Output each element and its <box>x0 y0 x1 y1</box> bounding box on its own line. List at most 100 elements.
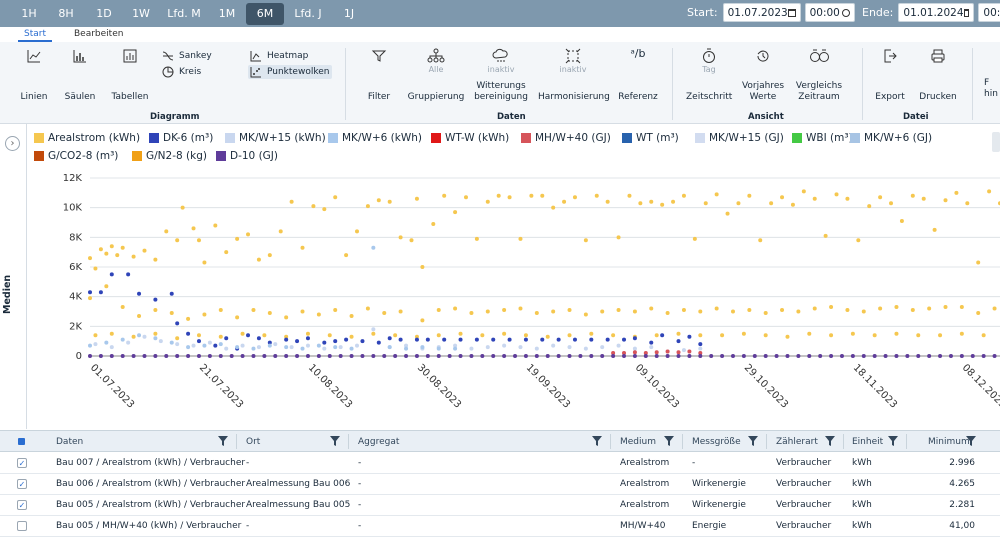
calendar-icon[interactable] <box>963 8 970 17</box>
range-button-6m[interactable]: 6M <box>246 2 284 25</box>
sankey-button[interactable]: Sankey <box>162 50 222 62</box>
drucken-button[interactable]: Drucken <box>918 48 958 103</box>
header-ort[interactable]: Ort <box>246 437 260 447</box>
data-point <box>698 333 703 338</box>
legend-item[interactable]: DK-6 (m³) <box>149 132 213 144</box>
range-button-8h[interactable]: 8H <box>48 3 84 25</box>
header-minimum[interactable]: Minimum <box>928 437 970 447</box>
data-point <box>436 333 441 338</box>
saeulen-button[interactable]: Säulen <box>64 48 96 103</box>
data-point <box>829 305 834 310</box>
legend-item[interactable]: MK/W+6 (kWh) <box>328 132 422 144</box>
range-button-1h[interactable]: 1H <box>12 3 46 25</box>
harmonisierung-button[interactable]: inaktiv Harmonisierung <box>538 48 610 103</box>
filter-button[interactable]: Filter <box>365 48 393 103</box>
expand-chevron-icon[interactable]: › <box>5 136 20 151</box>
row-checkbox[interactable]: ✓ <box>17 458 27 468</box>
heatmap-button[interactable]: Heatmap <box>248 50 330 62</box>
witterung-button[interactable]: inaktiv Witterungs bereinigung <box>474 48 528 103</box>
header-messgroesse[interactable]: Messgröße <box>692 437 741 447</box>
cell-minimum: 41,00 <box>949 521 975 531</box>
data-point <box>284 354 289 358</box>
export-button[interactable]: Export <box>874 48 906 103</box>
legend-item[interactable]: MK/W+15 (GJ) <box>695 132 784 144</box>
table-row[interactable]: ✓ Bau 007 / Arealstrom (kWh) / Verbrauche… <box>0 453 1000 474</box>
legend-item[interactable]: Arealstrom (kWh) <box>34 132 140 144</box>
data-point <box>551 205 556 210</box>
linien-button[interactable]: Linien <box>20 48 48 103</box>
zeitschritt-button[interactable]: Tag Zeitschritt <box>686 48 732 103</box>
tab-bearbeiten[interactable]: Bearbeiten <box>74 29 123 39</box>
table-row[interactable]: Bau 005 / MH/W+40 (kWh) / Verbraucher - - M… <box>0 516 1000 537</box>
tab-start[interactable]: Start <box>18 29 52 42</box>
data-point <box>469 310 474 315</box>
vergleich-button[interactable]: Vergleichs Zeitraum <box>794 48 844 103</box>
range-button-1w[interactable]: 1W <box>124 3 158 25</box>
data-point <box>600 354 605 358</box>
punktewolken-button[interactable]: Punktewolken <box>248 65 332 79</box>
legend-item[interactable]: MH/W+40 (GJ) <box>521 132 611 144</box>
table-row[interactable]: ✓ Bau 006 / Arealstrom (kWh) / Verbrauche… <box>0 474 1000 495</box>
legend-item[interactable]: G/N2-8 (kg) <box>132 150 207 162</box>
data-point <box>98 354 103 358</box>
referenz-button[interactable]: ᵃ/b Referenz <box>618 48 658 103</box>
x-tick-label: 30.08.2023 <box>415 362 463 410</box>
data-point <box>284 315 289 320</box>
data-point <box>344 253 349 258</box>
cell-einheit: kWh <box>852 521 872 531</box>
legend-swatch <box>34 133 44 143</box>
range-button-1m[interactable]: 1M <box>210 3 244 25</box>
header-aggregat[interactable]: Aggregat <box>358 437 399 447</box>
legend-item[interactable]: MK/W+6 (GJ) <box>850 132 932 144</box>
legend-item[interactable]: WT (m³) <box>622 132 679 144</box>
row-checkbox[interactable]: ✓ <box>17 500 27 510</box>
vorjahr-button[interactable]: Vorjahres Werte <box>739 48 787 103</box>
ribbon-extra-button[interactable]: F hin <box>984 78 1000 100</box>
data-point <box>839 354 844 358</box>
data-point <box>681 348 686 353</box>
data-point <box>284 345 289 350</box>
select-all-checkbox[interactable] <box>18 438 25 445</box>
data-point <box>485 309 490 314</box>
data-point <box>649 306 654 311</box>
table-row[interactable]: ✓ Bau 005 / Arealstrom (kWh) / Verbrauche… <box>0 495 1000 516</box>
range-button-lfd-j[interactable]: Lfd. J <box>286 3 330 25</box>
row-checkbox[interactable]: ✓ <box>17 479 27 489</box>
start-date-input[interactable]: 01.07.2023 <box>722 3 801 22</box>
header-einheit[interactable]: Einheit <box>852 437 883 447</box>
row-checkbox[interactable] <box>17 521 27 531</box>
clock-icon[interactable] <box>841 8 850 17</box>
legend-item[interactable]: G/CO2-8 (m³) <box>34 150 118 162</box>
data-point <box>578 354 583 358</box>
calendar-icon[interactable] <box>787 8 796 17</box>
data-point <box>529 193 534 198</box>
data-point <box>681 308 686 313</box>
gruppierung-button[interactable]: Alle Gruppierung <box>405 48 467 103</box>
data-point <box>322 346 327 351</box>
data-point <box>491 337 496 342</box>
kreis-button[interactable]: Kreis <box>162 66 222 78</box>
header-daten[interactable]: Daten <box>56 437 83 447</box>
range-button-1d[interactable]: 1D <box>86 3 122 25</box>
data-point <box>747 308 752 313</box>
tabellen-button[interactable]: Tabellen <box>111 48 149 103</box>
header-zaehlerart[interactable]: Zählerart <box>776 437 818 447</box>
pie-icon <box>162 66 174 78</box>
legend-swatch <box>328 133 338 143</box>
range-button-1j[interactable]: 1J <box>332 3 366 25</box>
cell-zaehlerart: Verbraucher <box>776 500 832 510</box>
legend-item[interactable]: WBI (m³) <box>792 132 853 144</box>
legend-item[interactable]: WT-W (kWh) <box>431 132 509 144</box>
range-button-lfd-m[interactable]: Lfd. M <box>160 3 208 25</box>
vorjahr-label: Vorjahres Werte <box>741 81 785 102</box>
start-time-input[interactable]: 00:00 <box>804 3 855 22</box>
cell-ort: Arealmessung Bau 006 <box>246 479 351 489</box>
end-date-input[interactable]: 01.01.2024 <box>898 3 975 22</box>
data-point <box>142 334 147 339</box>
data-point <box>605 337 610 342</box>
legend-scroll[interactable] <box>992 132 1000 152</box>
legend-item[interactable]: MK/W+15 (kWh) <box>225 132 326 144</box>
end-time-input[interactable]: 00:00 <box>978 3 1000 22</box>
header-medium[interactable]: Medium <box>620 437 656 447</box>
legend-item[interactable]: D-10 (GJ) <box>216 150 278 162</box>
